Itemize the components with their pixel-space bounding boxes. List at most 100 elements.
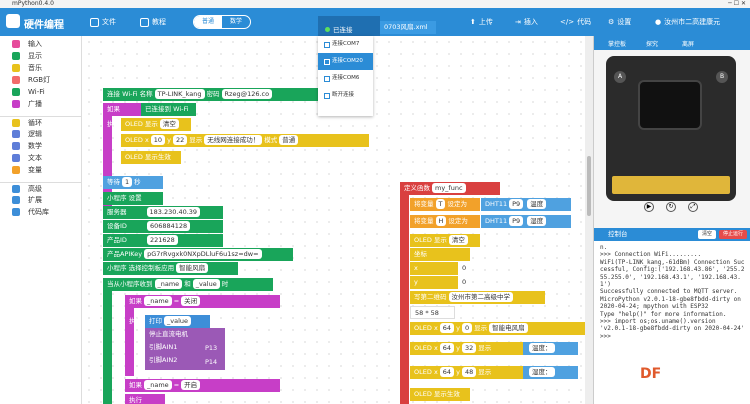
func-name-field[interactable]: my_func <box>432 183 466 193</box>
import-button[interactable]: ⇥ 插入 <box>515 17 538 27</box>
x-field[interactable]: 10 <box>150 135 166 145</box>
if-off-block[interactable]: 如果 _name = 关闭 <box>125 295 280 308</box>
button-b-icon[interactable]: B <box>716 71 728 83</box>
if-on-block[interactable]: 如果 _name = 开启 <box>125 379 280 392</box>
sidebar-item[interactable]: 文本 <box>0 152 82 164</box>
prodid-field[interactable]: 221628 <box>146 235 178 245</box>
file-menu[interactable]: 文件 <box>90 17 116 27</box>
port-option[interactable]: 断开连接 <box>318 87 373 104</box>
mode-normal[interactable]: 普通 <box>194 16 222 28</box>
devid-row[interactable]: 设备ID 606884128 <box>103 220 223 233</box>
scroll-thumb[interactable] <box>587 156 591 216</box>
sidebar-item[interactable]: 扩展 <box>0 194 82 206</box>
mini-app-field[interactable]: 智能风扇 <box>176 263 209 273</box>
clear-console-button[interactable]: 清空 <box>697 230 716 239</box>
oled-temp-block[interactable]: OLED x 64 y 32 显示 <box>410 342 540 355</box>
temp-text-block[interactable]: 温度： <box>523 342 578 355</box>
button-a-icon[interactable]: A <box>614 71 626 83</box>
var-h-field[interactable]: H <box>435 216 447 226</box>
oled-text-block[interactable]: OLED x 10 y 22 显示 无线网连接成功！ 模式 普通 <box>121 134 369 147</box>
qr-size-field[interactable]: 58 * 58 <box>410 306 455 319</box>
p13-field[interactable]: P13 <box>201 342 225 355</box>
hum-text-block[interactable]: 湿度： <box>523 366 578 379</box>
window-controls[interactable]: ─ ☐ ✕ <box>728 0 746 8</box>
name-compare[interactable]: _name <box>144 296 172 306</box>
oled-hum-block[interactable]: OLED x 64 y 48 显示 <box>410 366 540 379</box>
wait-block[interactable]: 等待 1 秒 <box>103 176 163 189</box>
prodid-row[interactable]: 产品ID 221628 <box>103 234 223 247</box>
school-field[interactable]: 汝州市第二高级中学 <box>448 292 513 302</box>
def-func-block[interactable]: 定义函数 my_func <box>400 182 500 195</box>
stop-run-button[interactable]: 停止运行 <box>718 230 747 239</box>
mini-settings-block[interactable]: 小程序 设置 <box>103 192 163 205</box>
print-value-field[interactable]: _value <box>164 316 192 326</box>
tutorial-menu[interactable]: 教程 <box>140 17 166 27</box>
sidebar-item[interactable]: 变量 <box>0 164 82 176</box>
port-option[interactable]: 连接COM20 <box>318 53 373 70</box>
sidebar-item[interactable]: 数学 <box>0 140 82 152</box>
tab-board[interactable]: 掌控板 <box>608 39 626 48</box>
mode-field[interactable]: 普通 <box>279 135 299 145</box>
reset-icon[interactable]: ↻ <box>666 202 676 212</box>
fullscreen-icon[interactable]: ⤢ <box>688 202 698 212</box>
qr-y-field[interactable]: 0 <box>458 276 472 289</box>
dht-t-type[interactable]: 温度 <box>527 199 547 209</box>
on-receive-block[interactable]: 当从小程序收到 _name 和 _value 时 <box>103 278 273 291</box>
var-t-field[interactable]: T <box>435 199 446 209</box>
dht-h-block[interactable]: DHT11 P9 湿度 <box>481 215 571 228</box>
qr-x-field[interactable]: 0 <box>458 262 472 275</box>
print-block[interactable]: 打印 _value <box>145 315 210 328</box>
apikey-row[interactable]: 产品APIKey pG7rRvgxk0NXpDLluF6u1sz=dw= <box>103 248 293 261</box>
sidebar-item[interactable]: 逻辑 <box>0 128 82 140</box>
off-field[interactable]: 关闭 <box>181 296 201 306</box>
tab-offline[interactable]: 离屏 <box>682 39 694 48</box>
apikey-field[interactable]: pG7rRvgxk0NXpDLluF6u1sz=dw= <box>144 249 262 259</box>
dht-h-pin[interactable]: P9 <box>509 216 524 226</box>
hum-x-field[interactable]: 64 <box>439 367 455 377</box>
server-row[interactable]: 服务器 183.230.40.39 <box>103 206 223 219</box>
fan-y-field[interactable]: 0 <box>461 323 473 333</box>
sidebar-item[interactable]: Wi-Fi <box>0 86 82 98</box>
sidebar-item[interactable]: RGB灯 <box>0 74 82 86</box>
mini-select-block[interactable]: 小程序 选择控制板应用 智能风扇 <box>103 262 238 275</box>
if-block[interactable]: 如果 <box>103 103 143 116</box>
server-field[interactable]: 183.230.40.39 <box>146 207 201 217</box>
smart-fan-field[interactable]: 智能电风扇 <box>489 323 528 333</box>
sidebar-item[interactable]: 循环 <box>0 116 82 128</box>
oled-fan-block[interactable]: OLED x 64 y 0 显示 智能电风扇 <box>410 322 585 335</box>
dht-h-type[interactable]: 湿度 <box>527 216 547 226</box>
set-h-block[interactable]: 将变量 H 设定为 <box>410 215 480 228</box>
then-on-block[interactable]: 执行 <box>125 394 165 404</box>
hum-text-field[interactable]: 湿度： <box>529 367 555 377</box>
wifi-msg-field[interactable]: 无线网连接成功！ <box>204 135 263 145</box>
wifi-name-field[interactable]: TP-LINK_kang <box>154 89 205 99</box>
port-option[interactable]: 连接COM7 <box>318 36 373 53</box>
temp-y-field[interactable]: 32 <box>461 343 477 353</box>
name-param[interactable]: _name <box>154 279 183 289</box>
sidebar-item[interactable]: 输入 <box>0 38 82 50</box>
mode-toggle[interactable]: 普通 数学 <box>193 15 251 29</box>
clear-2-field[interactable]: 清空 <box>448 235 468 245</box>
play-icon[interactable]: ▶ <box>644 202 654 212</box>
oled-clear-block[interactable]: OLED 显示 清空 <box>121 118 191 131</box>
upload-button[interactable]: ⬆ 上传 <box>470 17 493 27</box>
oled-effect-2-block[interactable]: OLED 显示生效 <box>410 388 470 401</box>
console-output[interactable]: n. >>> Connection WiFi......... WiFi(TP-… <box>594 241 750 404</box>
wifi-ok-block[interactable]: 已连接到 Wi-Fi <box>141 103 196 116</box>
fan-x-field[interactable]: 64 <box>439 323 455 333</box>
wait-field[interactable]: 1 <box>122 177 133 187</box>
sidebar-item[interactable]: 代码库 <box>0 206 82 218</box>
filename-field[interactable]: 0703风扇.xml <box>380 21 436 34</box>
sidebar-item[interactable]: 广播 <box>0 98 82 110</box>
sidebar-item[interactable]: 显示 <box>0 50 82 62</box>
user-menu[interactable]: ● 汝州市二高建康元 <box>655 17 720 27</box>
clear-field[interactable]: 清空 <box>159 119 179 129</box>
devid-field[interactable]: 606884128 <box>146 221 191 231</box>
dht-t-block[interactable]: DHT11 P9 温度 <box>481 198 571 211</box>
temp-text-field[interactable]: 温度： <box>529 343 555 353</box>
sidebar-item[interactable]: 高级 <box>0 182 82 194</box>
set-t-block[interactable]: 将变量 T 设定为 <box>410 198 480 211</box>
sidebar-item[interactable]: 音乐 <box>0 62 82 74</box>
qr-block[interactable]: 写第二维码 汝州市第二高级中学 <box>410 291 545 304</box>
temp-x-field[interactable]: 64 <box>439 343 455 353</box>
